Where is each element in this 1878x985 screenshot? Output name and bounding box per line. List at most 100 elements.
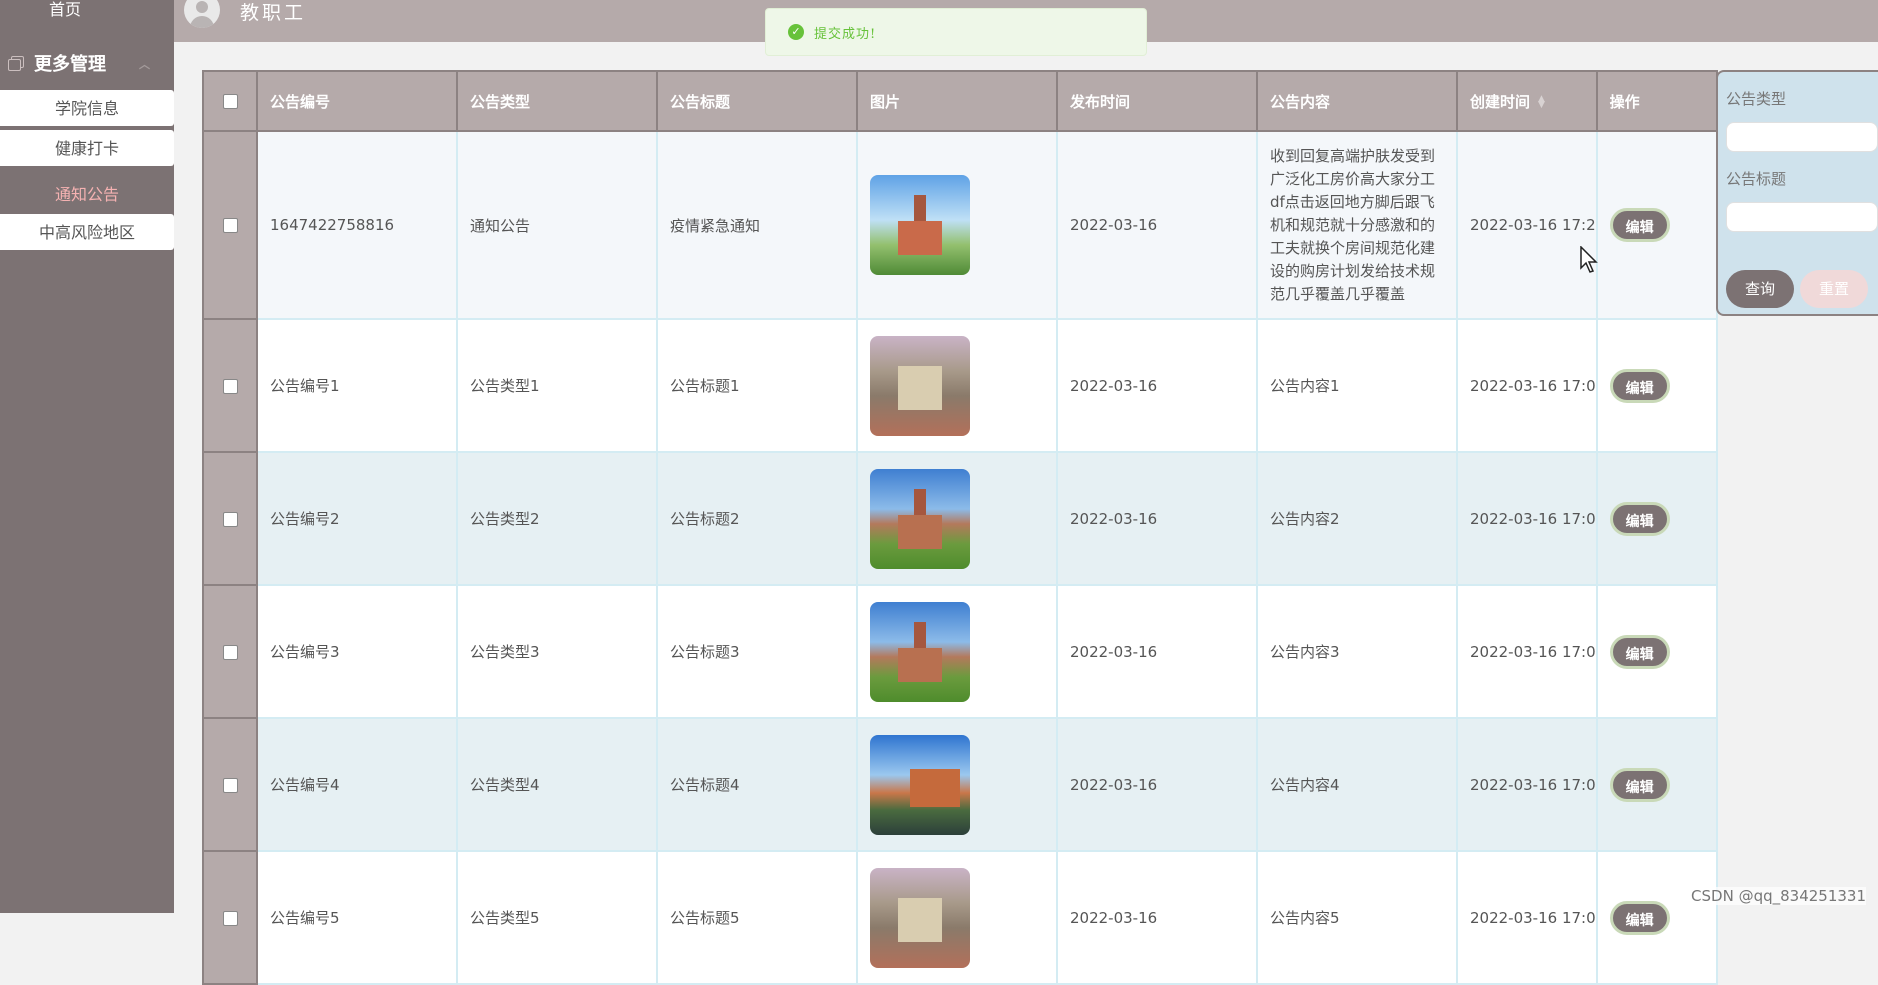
cell-type: 通知公告 — [456, 130, 658, 320]
sidebar-item-home[interactable]: 首页 — [0, 0, 130, 22]
sidebar: 首页 更多管理 ︿ 学院信息 健康打卡 通知公告 中高风险地区 — [0, 0, 174, 913]
sidebar-item-notices[interactable]: 通知公告 — [0, 176, 174, 212]
table-row: 公告编号3 公告类型3 公告标题3 2022-03-16 公告内容3 2022-… — [202, 584, 1718, 719]
cell-created-time: 2022-03-16 17:0 — [1456, 451, 1598, 586]
cell-created-time: 2022-03-16 17:0 — [1456, 850, 1598, 985]
cell-publish-time: 2022-03-16 — [1056, 584, 1258, 719]
mouse-cursor-icon — [1580, 245, 1598, 278]
cell-title: 疫情紧急通知 — [656, 130, 858, 320]
cell-publish-time: 2022-03-16 — [1056, 717, 1258, 852]
username: 教职工 — [240, 2, 307, 24]
cell-publish-time: 2022-03-16 — [1056, 451, 1258, 586]
row-checkbox[interactable] — [202, 584, 258, 719]
cell-content: 收到回复高端护肤发受到广泛化工房价高大家分工df点击返回地方脚后跟飞机和规范就十… — [1256, 130, 1458, 320]
edit-button[interactable]: 编辑 — [1609, 208, 1670, 242]
sidebar-group-more-management[interactable]: 更多管理 ︿ — [8, 48, 168, 78]
cell-type: 公告类型3 — [456, 584, 658, 719]
row-checkbox[interactable] — [202, 451, 258, 586]
cell-actions: 编辑 — [1595, 451, 1718, 586]
notice-image — [870, 867, 970, 968]
search-panel: 公告类型 公告标题 查询 重置 — [1716, 70, 1878, 316]
notice-image — [870, 468, 970, 569]
cell-id: 公告编号2 — [256, 451, 458, 586]
sort-icon[interactable]: ▲ ▼ — [1538, 95, 1546, 110]
watermark: CSDN @qq_834251331 — [1691, 887, 1866, 905]
cell-image — [856, 717, 1058, 852]
cell-actions: 编辑 — [1595, 318, 1718, 453]
cell-actions: 编辑 — [1595, 584, 1718, 719]
cell-type: 公告类型2 — [456, 451, 658, 586]
table-row: 1647422758816 通知公告 疫情紧急通知 2022-03-16 收到回… — [202, 130, 1718, 320]
edit-button[interactable]: 编辑 — [1609, 634, 1670, 669]
cell-title: 公告标题1 — [656, 318, 858, 453]
row-checkbox[interactable] — [202, 850, 258, 985]
edit-button[interactable]: 编辑 — [1609, 368, 1670, 403]
edit-button[interactable]: 编辑 — [1609, 501, 1670, 536]
row-checkbox[interactable] — [202, 717, 258, 852]
cell-content: 公告内容1 — [1256, 318, 1458, 453]
cell-actions: 编辑 — [1595, 850, 1718, 985]
cell-created-time: 2022-03-16 17:2 — [1456, 130, 1598, 320]
reset-button[interactable]: 重置 — [1800, 270, 1868, 308]
column-header: 公告编号 — [256, 70, 458, 132]
table-row: 公告编号1 公告类型1 公告标题1 2022-03-16 公告内容1 2022-… — [202, 318, 1718, 453]
cell-id: 公告编号1 — [256, 318, 458, 453]
copy-icon — [8, 56, 24, 71]
cell-image — [856, 850, 1058, 985]
sidebar-item-risk-areas[interactable]: 中高风险地区 — [0, 214, 174, 250]
cell-image — [856, 584, 1058, 719]
cell-image — [856, 130, 1058, 320]
select-all-checkbox[interactable] — [202, 70, 258, 132]
column-header: 操作 — [1595, 70, 1718, 132]
cell-type: 公告类型1 — [456, 318, 658, 453]
cell-title: 公告标题3 — [656, 584, 858, 719]
cell-content: 公告内容5 — [1256, 850, 1458, 985]
table-header-row: 公告编号 公告类型 公告标题 图片 发布时间 公告内容 创建时间 ▲ ▼ 操作 — [202, 70, 1718, 132]
sidebar-item-health-checkin[interactable]: 健康打卡 — [0, 130, 174, 166]
column-header: 图片 — [856, 70, 1058, 132]
cell-image — [856, 318, 1058, 453]
notice-image — [870, 601, 970, 702]
notice-image — [870, 335, 970, 436]
cell-id: 公告编号3 — [256, 584, 458, 719]
cell-created-time: 2022-03-16 17:0 — [1456, 318, 1598, 453]
column-header: 公告类型 — [456, 70, 658, 132]
row-checkbox[interactable] — [202, 130, 258, 320]
cell-created-time: 2022-03-16 17:0 — [1456, 717, 1598, 852]
cell-publish-time: 2022-03-16 — [1056, 850, 1258, 985]
edit-button[interactable]: 编辑 — [1609, 767, 1670, 802]
cell-publish-time: 2022-03-16 — [1056, 130, 1258, 320]
success-toast: ✓ 提交成功! — [765, 8, 1147, 56]
cell-content: 公告内容3 — [1256, 584, 1458, 719]
search-type-input[interactable] — [1726, 122, 1878, 152]
notice-table: 公告编号 公告类型 公告标题 图片 发布时间 公告内容 创建时间 ▲ ▼ 操作 16… — [202, 70, 1718, 985]
table-row: 公告编号4 公告类型4 公告标题4 2022-03-16 公告内容4 2022-… — [202, 717, 1718, 852]
avatar[interactable] — [184, 0, 220, 28]
column-header-created-time[interactable]: 创建时间 ▲ ▼ — [1456, 70, 1598, 132]
column-header: 公告内容 — [1256, 70, 1458, 132]
cell-content: 公告内容4 — [1256, 717, 1458, 852]
table-row: 公告编号2 公告类型2 公告标题2 2022-03-16 公告内容2 2022-… — [202, 451, 1718, 586]
notice-image — [870, 175, 970, 275]
cell-created-time: 2022-03-16 17:0 — [1456, 584, 1598, 719]
cell-type: 公告类型4 — [456, 717, 658, 852]
chevron-up-icon: ︿ — [139, 58, 150, 71]
cell-id: 1647422758816 — [256, 130, 458, 320]
cell-title: 公告标题4 — [656, 717, 858, 852]
cell-publish-time: 2022-03-16 — [1056, 318, 1258, 453]
cell-id: 公告编号4 — [256, 717, 458, 852]
sidebar-item-college-info[interactable]: 学院信息 — [0, 90, 174, 126]
cell-content: 公告内容2 — [1256, 451, 1458, 586]
table-row: 公告编号5 公告类型5 公告标题5 2022-03-16 公告内容5 2022-… — [202, 850, 1718, 985]
edit-button[interactable]: 编辑 — [1609, 900, 1670, 935]
search-title-label: 公告标题 — [1726, 170, 1787, 188]
query-button[interactable]: 查询 — [1726, 270, 1794, 308]
cell-title: 公告标题5 — [656, 850, 858, 985]
check-circle-icon: ✓ — [788, 24, 804, 40]
cell-actions: 编辑 — [1595, 717, 1718, 852]
row-checkbox[interactable] — [202, 318, 258, 453]
toast-message: 提交成功! — [814, 26, 877, 42]
sidebar-group-label: 更多管理 — [34, 54, 106, 75]
search-title-input[interactable] — [1726, 202, 1878, 232]
cell-image — [856, 451, 1058, 586]
